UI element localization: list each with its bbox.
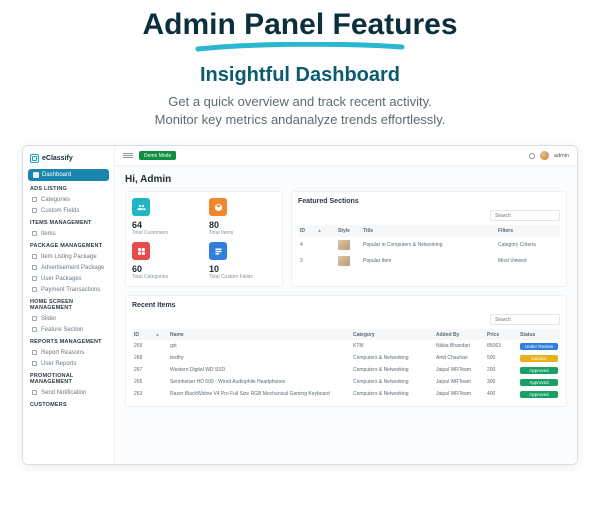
page-desc-2: Monitor key metrics andanalyze trends ef…: [20, 111, 580, 129]
package-icon: [32, 254, 37, 259]
recent-items-card: Recent Items ID ▲ Name Category Added By…: [125, 295, 567, 407]
status-badge: Approved: [520, 379, 558, 386]
nav-slider[interactable]: Slider: [28, 313, 109, 324]
grid-icon: [132, 242, 150, 260]
ad-icon: [32, 265, 37, 270]
feature-icon: [32, 327, 37, 332]
stats-card: 64 Total Customers 80 Total Items 60 Tot…: [125, 191, 283, 287]
demo-mode-chip: Demo Mode: [139, 151, 176, 160]
greeting: Hi, Admin: [125, 174, 567, 185]
nav-feature-section[interactable]: Feature Section: [28, 324, 109, 335]
avatar[interactable]: [540, 151, 549, 160]
stat-items[interactable]: 80 Total Items: [209, 198, 276, 236]
status-badge: Approved: [520, 367, 558, 374]
stat-custom-fields[interactable]: 10 Total Custom Fields: [209, 242, 276, 280]
table-row[interactable]: 265Sennheiser HD 600 - Wired Audiophile …: [132, 376, 560, 388]
brand-logo[interactable]: eClassify: [28, 152, 109, 169]
payment-icon: [32, 287, 37, 292]
nav-payment-transactions[interactable]: Payment Transactions: [28, 284, 109, 295]
screenshot-frame: eClassify Dashboard Ads Listing Categori…: [22, 145, 578, 465]
menu-toggle[interactable]: [123, 153, 133, 158]
nav-section: Promotional Management: [30, 373, 107, 385]
nav-items[interactable]: Items: [28, 228, 109, 239]
logo-icon: [30, 154, 39, 163]
featured-row[interactable]: 3 Popular Item Most Viewed: [298, 253, 560, 269]
nav-section: Customers: [30, 402, 107, 408]
featured-row[interactable]: 4 Popular in Computers & Networking Cate…: [298, 237, 560, 253]
nav-section: Reports Management: [30, 339, 107, 345]
nav-section: Home Screen Management: [30, 299, 107, 311]
status-badge: Inactive: [520, 355, 558, 362]
featured-table-head: ID ▲ Style Title Filters: [298, 225, 560, 237]
users-icon: [132, 198, 150, 216]
nav-label: Dashboard: [42, 172, 71, 178]
topbar: Demo Mode admin: [115, 146, 577, 166]
table-row[interactable]: 268testfryComputers & NetworkingAmit Cha…: [132, 352, 560, 364]
recent-search-input[interactable]: [490, 314, 560, 325]
form-icon: [209, 242, 227, 260]
nav-section: Items Management: [30, 220, 107, 226]
nav-dashboard[interactable]: Dashboard: [28, 169, 109, 181]
nav-categories[interactable]: Categories: [28, 194, 109, 205]
card-title: Featured Sections: [298, 198, 560, 205]
fields-icon: [32, 208, 37, 213]
sidebar: eClassify Dashboard Ads Listing Categori…: [23, 146, 115, 464]
nav-section: Ads Listing: [30, 186, 107, 192]
nav-item-listing-package[interactable]: Item Listing Package: [28, 251, 109, 262]
nav-ad-package[interactable]: Advertisement Package: [28, 262, 109, 273]
recent-table-head: ID ▲ Name Category Added By Price Status: [132, 329, 560, 340]
box-icon: [209, 198, 227, 216]
page-subtitle: Insightful Dashboard: [20, 64, 580, 87]
brand-name: eClassify: [42, 155, 73, 162]
flag-icon: [32, 350, 37, 355]
nav-user-packages[interactable]: User Packages: [28, 273, 109, 284]
list-icon: [32, 197, 37, 202]
style-thumb: [338, 256, 350, 266]
nav-user-reports[interactable]: User Reports: [28, 358, 109, 369]
nav-custom-fields[interactable]: Custom Fields: [28, 205, 109, 216]
table-row[interactable]: 269gstKTMNikita Bhandari85063Under Revie…: [132, 340, 560, 352]
current-user: admin: [554, 153, 569, 159]
user-icon: [32, 276, 37, 281]
nav-section: Package Management: [30, 243, 107, 249]
send-icon: [32, 390, 37, 395]
status-badge: Under Review: [520, 343, 558, 350]
featured-sections-card: Featured Sections ID ▲ Style Title Filte…: [291, 191, 567, 287]
underline-decoration: [195, 42, 405, 52]
nav-report-reasons[interactable]: Report Reasons: [28, 347, 109, 358]
stat-categories[interactable]: 60 Total Categories: [132, 242, 199, 280]
table-row[interactable]: 263Razer BlackWidow V4 Pro Full Size RGB…: [132, 388, 560, 400]
report-icon: [32, 361, 37, 366]
card-title: Recent Items: [132, 302, 560, 309]
dashboard-icon: [33, 172, 39, 178]
style-thumb: [338, 240, 350, 250]
page-desc-1: Get a quick overview and track recent ac…: [20, 93, 580, 111]
items-icon: [32, 231, 37, 236]
table-row[interactable]: 267Western Digital WD SSDComputers & Net…: [132, 364, 560, 376]
stat-customers[interactable]: 64 Total Customers: [132, 198, 199, 236]
featured-search-input[interactable]: [490, 210, 560, 221]
page-title: Admin Panel Features: [142, 8, 457, 42]
nav-send-notification[interactable]: Send Notification: [28, 387, 109, 398]
slider-icon: [32, 316, 37, 321]
status-badge: Approved: [520, 391, 558, 398]
notifications-icon[interactable]: [529, 153, 535, 159]
